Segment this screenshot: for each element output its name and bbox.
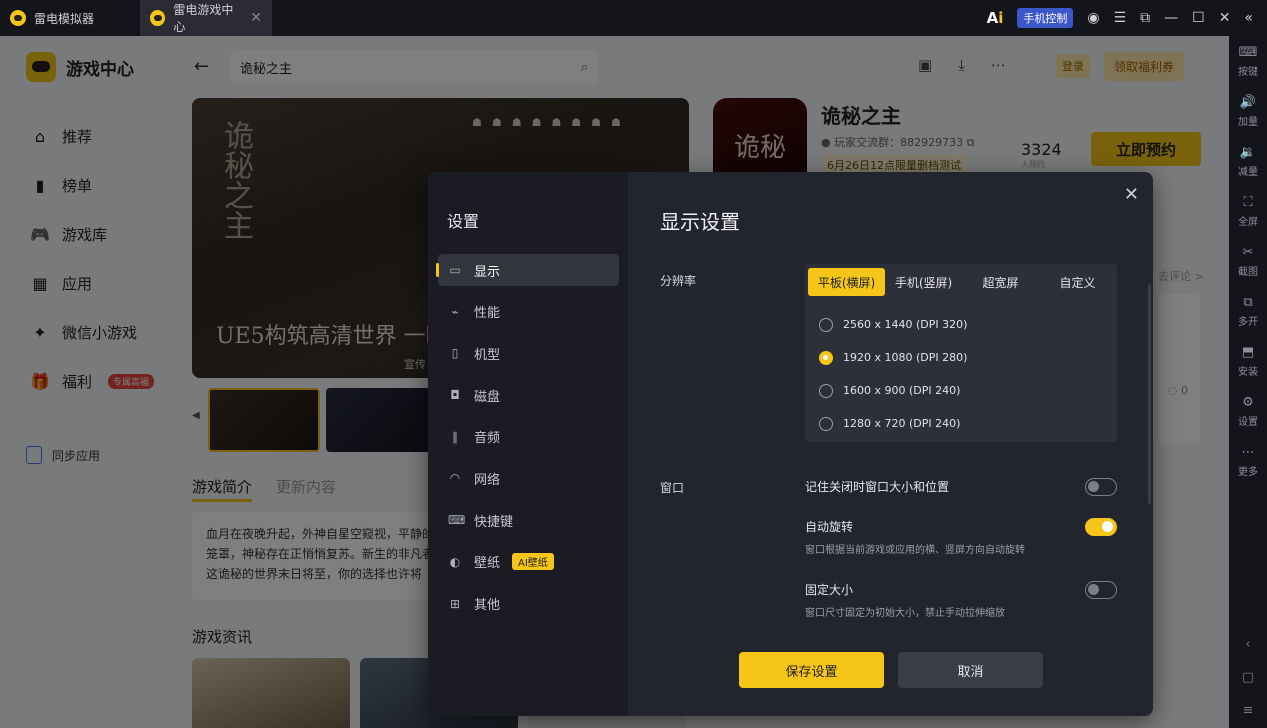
radio-button[interactable] <box>819 383 833 398</box>
right-toolbar: ⌨ 按键 🔊 加量 🔉 减量 ⛶ 全屏 ✂ 截图 ⧉ 多开 ⬒ 安装 ⚙ 设置 ⋯ 更多 ‹ ▢ … <box>1229 36 1267 728</box>
section-title: 显示设置 <box>660 210 740 234</box>
shortcut-keyboard-icon: ⌨ <box>448 513 466 528</box>
radio-button[interactable] <box>819 350 833 365</box>
rightbar-volume-down[interactable]: 🔉 减量 <box>1229 136 1267 186</box>
settings-menu-wallpaper[interactable]: ◐ 壁纸 AI壁纸 <box>438 546 619 578</box>
display-settings-panel: ✕ 显示设置 分辨率 平板(横屏) 手机(竖屏) 超宽屏 自定义 2560 x … <box>628 172 1153 716</box>
more-icon: ⋯ <box>1241 444 1255 460</box>
rightbar-screenshot[interactable]: ✂ 截图 <box>1229 236 1267 286</box>
audio-icon: ∥ <box>452 429 458 444</box>
settings-menu-performance[interactable]: ⌁ 性能 <box>438 296 619 328</box>
volume-up-icon: 🔊 <box>1239 94 1257 110</box>
volume-down-icon: 🔉 <box>1239 144 1257 160</box>
settings-menu-network[interactable]: ◠ 网络 <box>438 462 619 494</box>
rightbar-settings[interactable]: ⚙ 设置 <box>1229 386 1267 436</box>
palette-icon: ◐ <box>449 554 461 569</box>
ai-icon[interactable]: Ai <box>987 9 1004 27</box>
collapse-sidebar-icon[interactable]: « <box>1244 10 1253 26</box>
android-home-icon[interactable]: ▢ <box>1242 670 1254 685</box>
resolution-option[interactable]: 1600 x 900 (DPI 240) <box>819 374 967 407</box>
radio-button[interactable] <box>819 317 833 332</box>
rightbar-more[interactable]: ⋯ 更多 <box>1229 436 1267 486</box>
scrollbar[interactable] <box>1148 284 1151 504</box>
toggle-fixed-size[interactable] <box>1085 581 1117 599</box>
fullscreen-icon: ⛶ <box>1243 194 1253 210</box>
ai-wallpaper-badge: AI壁纸 <box>512 553 554 571</box>
settings-menu-display[interactable]: ▭ 显示 <box>436 254 619 286</box>
rightbar-keymap[interactable]: ⌨ 按键 <box>1229 36 1267 86</box>
settings-menu-other[interactable]: ⊞ 其他 <box>438 588 619 620</box>
settings-menu-device-model[interactable]: ▯ 机型 <box>438 337 619 369</box>
res-tab-custom[interactable]: 自定义 <box>1039 268 1116 296</box>
res-tab-ultrawide[interactable]: 超宽屏 <box>962 268 1039 296</box>
scissors-icon: ✂ <box>1242 244 1254 260</box>
settings-menu-audio[interactable]: ∥ 音频 <box>438 421 619 453</box>
close-window-icon[interactable]: ✕ <box>1219 10 1231 26</box>
phone-control-button[interactable]: 手机控制 <box>1017 8 1074 28</box>
menu-icon[interactable]: ☰ <box>1114 10 1127 26</box>
option-remember-window: 记住关闭时窗口大小和位置 <box>805 478 1117 496</box>
res-tab-phone[interactable]: 手机(竖屏) <box>885 268 962 296</box>
toggle-auto-rotate[interactable] <box>1085 518 1117 536</box>
multi-window-icon: ⧉ <box>1243 294 1253 310</box>
user-icon[interactable]: ◉ <box>1087 10 1099 26</box>
tab-close-icon[interactable]: ✕ <box>250 10 262 26</box>
save-button[interactable]: 保存设置 <box>739 652 884 688</box>
ldplayer-logo-icon <box>10 10 26 26</box>
title-bar: 雷电模拟器 雷电游戏中心 ✕ Ai 手机控制 ◉ ☰ ⧉ — ☐ ✕ « <box>0 0 1267 36</box>
resolution-panel: 平板(横屏) 手机(竖屏) 超宽屏 自定义 2560 x 1440 (DPI 3… <box>805 264 1117 442</box>
phone-icon: ▯ <box>451 346 459 361</box>
radio-button[interactable] <box>819 416 833 431</box>
minimize-icon[interactable]: — <box>1164 10 1178 26</box>
grid-icon: ⊞ <box>449 596 461 611</box>
rightbar-volume-up[interactable]: 🔊 加量 <box>1229 86 1267 136</box>
disk-icon: ◘ <box>450 388 460 403</box>
rightbar-install[interactable]: ⬒ 安装 <box>1229 336 1267 386</box>
android-recent-icon[interactable]: ≡ <box>1243 703 1254 718</box>
option-fixed-size: 固定大小 窗口尺寸固定为初始大小，禁止手动拉伸缩放 <box>805 581 1117 619</box>
window-label: 窗口 <box>660 481 685 495</box>
resolution-option[interactable]: 1920 x 1080 (DPI 280) <box>819 341 967 374</box>
resolution-label: 分辨率 <box>660 274 697 288</box>
game-center-logo-icon <box>150 10 166 26</box>
resolution-option[interactable]: 2560 x 1440 (DPI 320) <box>819 308 967 341</box>
tab-game-center[interactable]: 雷电游戏中心 ✕ <box>140 0 272 36</box>
tab-emulator[interactable]: 雷电模拟器 <box>0 0 140 36</box>
performance-icon: ⌁ <box>451 304 459 319</box>
restore-window-icon[interactable]: ⧉ <box>1140 10 1150 26</box>
settings-title: 设置 <box>447 212 480 231</box>
android-back-icon[interactable]: ‹ <box>1245 637 1250 652</box>
settings-dialog: 设置 ▭ 显示 ⌁ 性能 ▯ 机型 ◘ 磁盘 ∥ 音频 ◠ 网络 ⌨ 快捷键 ◐ 壁纸 AI壁纸 … <box>428 172 1153 716</box>
rightbar-fullscreen[interactable]: ⛶ 全屏 <box>1229 186 1267 236</box>
resolution-option[interactable]: 1280 x 720 (DPI 240) <box>819 407 967 440</box>
toggle-remember-window[interactable] <box>1085 478 1117 496</box>
settings-menu-shortcuts[interactable]: ⌨ 快捷键 <box>438 504 619 536</box>
tab-label: 雷电模拟器 <box>34 11 95 26</box>
keyboard-icon: ⌨ <box>1238 44 1258 60</box>
rightbar-multi-instance[interactable]: ⧉ 多开 <box>1229 286 1267 336</box>
tab-label: 雷电游戏中心 <box>173 3 234 34</box>
wifi-icon: ◠ <box>449 471 461 486</box>
option-auto-rotate: 自动旋转 窗口根据当前游戏或应用的横、竖屏方向自动旋转 <box>805 518 1117 556</box>
apk-install-icon: ⬒ <box>1241 344 1255 360</box>
close-icon[interactable]: ✕ <box>1124 184 1139 205</box>
cancel-button[interactable]: 取消 <box>898 652 1043 688</box>
monitor-icon: ▭ <box>449 263 461 277</box>
settings-menu: ▭ 显示 ⌁ 性能 ▯ 机型 ◘ 磁盘 ∥ 音频 ◠ 网络 ⌨ 快捷键 ◐ 壁纸 AI壁纸 ⊞ 其他 <box>436 254 619 629</box>
resolution-options: 2560 x 1440 (DPI 320) 1920 x 1080 (DPI 2… <box>819 308 967 440</box>
resolution-tabs: 平板(横屏) 手机(竖屏) 超宽屏 自定义 <box>808 268 1116 296</box>
maximize-icon[interactable]: ☐ <box>1192 10 1205 26</box>
res-tab-tablet[interactable]: 平板(横屏) <box>808 268 885 296</box>
settings-menu-disk[interactable]: ◘ 磁盘 <box>438 379 619 411</box>
gear-icon: ⚙ <box>1242 394 1254 410</box>
settings-menu-panel: 设置 ▭ 显示 ⌁ 性能 ▯ 机型 ◘ 磁盘 ∥ 音频 ◠ 网络 ⌨ 快捷键 ◐ 壁纸 AI壁纸 … <box>428 172 628 716</box>
